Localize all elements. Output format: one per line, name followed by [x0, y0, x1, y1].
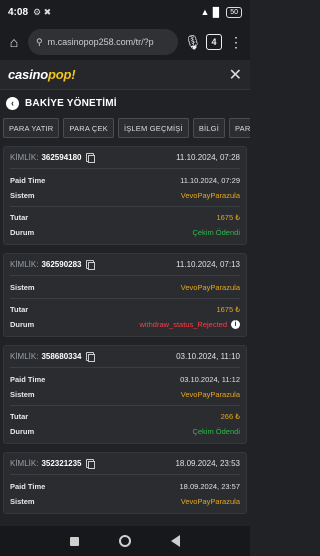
row-label: Paid Time [10, 176, 46, 185]
row-label: Paid Time [10, 375, 46, 384]
transaction-card: KİMLİK: 358680334 03.10.2024, 11:10 Paid… [3, 345, 247, 444]
row-label: Tutar [10, 213, 29, 222]
status-row: Durum Çekim Ödendi [10, 225, 240, 240]
row-value: 266 ₺ [220, 412, 240, 421]
tab-withdraw[interactable]: PARA ÇEK [63, 118, 114, 138]
row-label: Paid Time [10, 482, 46, 491]
row-value: 11.10.2024, 07:29 [180, 176, 240, 185]
tab-history[interactable]: İŞLEM GEÇMİŞİ [117, 118, 189, 138]
row-label: Sistem [10, 191, 35, 200]
home-button-icon[interactable] [119, 535, 131, 547]
page-title: BAKİYE YÖNETİMİ [25, 97, 117, 109]
id-label: KİMLİK: [10, 459, 39, 468]
row-value: 1675 ₺ [216, 213, 240, 222]
transaction-card: KİMLİK: 362594180 11.10.2024, 07:28 Paid… [3, 146, 247, 245]
row-label: Sistem [10, 283, 35, 292]
amount-row: Tutar 1675 ₺ [10, 210, 240, 225]
row-label: Sistem [10, 390, 35, 399]
transaction-date: 11.10.2024, 07:28 [176, 153, 240, 162]
paid-time-row: Paid Time 03.10.2024, 11:12 [10, 372, 240, 387]
id-label: KİMLİK: [10, 260, 39, 269]
card-header: KİMLİK: 362594180 11.10.2024, 07:28 [10, 147, 240, 169]
row-label: Durum [10, 228, 35, 237]
logo-accent: pop! [47, 67, 76, 82]
status-badge: Çekim Ödendi [192, 228, 240, 237]
row-label: Durum [10, 320, 35, 329]
address-bar[interactable]: ⚲ m.casinopop258.com/tr/?p [28, 29, 178, 55]
status-badge: Çekim Ödendi [192, 427, 240, 436]
transaction-id: 362594180 [41, 153, 82, 162]
mic-icon[interactable]: 🎙 [184, 34, 202, 51]
battery-icon: 50 [226, 6, 242, 18]
copy-icon[interactable] [85, 260, 95, 270]
info-icon[interactable]: i [231, 320, 240, 329]
tabs-count-button[interactable]: 4 [206, 34, 222, 50]
recents-icon[interactable] [70, 536, 79, 546]
transaction-id: 352321235 [41, 459, 82, 468]
android-nav-bar [0, 526, 250, 556]
section-header: ‹ BAKİYE YÖNETİMİ [0, 91, 250, 115]
paid-time-row: Paid Time 18.09.2024, 23:57 [10, 479, 240, 494]
status-row: Durum Çekim Ödendi [10, 424, 240, 439]
casinopop-logo[interactable]: casinopop! [8, 67, 76, 82]
row-label: Sistem [10, 497, 35, 506]
row-value: 1675 ₺ [216, 305, 240, 314]
status-row: Durum withdraw_status_Rejected i [10, 317, 240, 332]
home-icon[interactable]: ⌂ [6, 34, 22, 50]
tab-info[interactable]: BİLGİ [192, 118, 225, 138]
card-header: KİMLİK: 362590283 11.10.2024, 07:13 [10, 254, 240, 276]
signal-icon: ▲▐▌ [200, 7, 223, 17]
back-arrow-icon[interactable]: ‹ [6, 96, 19, 110]
close-icon[interactable]: ✕ [229, 65, 242, 85]
transaction-date: 03.10.2024, 11:10 [176, 352, 240, 361]
row-value: VevoPayParazula [180, 191, 240, 200]
row-value: VevoPayParazula [180, 283, 240, 292]
transaction-id: 358680334 [41, 352, 82, 361]
balance-tabs: PARA YATIR PARA ÇEK İŞLEM GEÇMİŞİ BİLGİ … [0, 118, 250, 140]
more-menu-icon[interactable]: ⋮ [228, 34, 244, 51]
row-label: Tutar [10, 305, 29, 314]
tab-withdraw-2[interactable]: PARA ÇEK [229, 118, 250, 138]
tab-deposit[interactable]: PARA YATIR [3, 118, 60, 138]
app-header: casinopop! ✕ [0, 60, 250, 90]
transaction-date: 18.09.2024, 23:53 [175, 459, 240, 468]
status-bar: 4:08 ⚙ ✖ ▲▐▌ 50 [0, 0, 250, 24]
row-value: VevoPayParazula [180, 390, 240, 399]
amount-row: Tutar 1675 ₺ [10, 302, 240, 317]
row-value: 18.09.2024, 23:57 [179, 482, 240, 491]
card-header: KİMLİK: 358680334 03.10.2024, 11:10 [10, 346, 240, 368]
url-text: m.casinopop258.com/tr/?p [47, 37, 154, 47]
transaction-id: 362590283 [41, 260, 82, 269]
system-row: Sistem VevoPayParazula [10, 188, 240, 203]
row-label: Tutar [10, 412, 29, 421]
card-header: KİMLİK: 352321235 18.09.2024, 23:53 [10, 453, 240, 475]
site-info-icon[interactable]: ⚲ [36, 37, 43, 48]
copy-icon[interactable] [85, 352, 95, 362]
transaction-card: KİMLİK: 352321235 18.09.2024, 23:53 Paid… [3, 452, 247, 514]
system-row: Sistem VevoPayParazula [10, 387, 240, 402]
transaction-date: 11.10.2024, 07:13 [176, 260, 240, 269]
row-label: Durum [10, 427, 35, 436]
paid-time-row: Paid Time 11.10.2024, 07:29 [10, 173, 240, 188]
copy-icon[interactable] [85, 153, 95, 163]
transaction-card: KİMLİK: 362590283 11.10.2024, 07:13 Sist… [3, 253, 247, 337]
id-label: KİMLİK: [10, 153, 39, 162]
notification-icons: ⚙ ✖ [33, 6, 52, 17]
status-badge: withdraw_status_Rejected [139, 320, 227, 329]
back-icon[interactable] [171, 535, 180, 547]
row-value: 03.10.2024, 11:12 [180, 375, 240, 384]
status-right: ▲▐▌ 50 [200, 6, 242, 18]
logo-text: casino [8, 67, 48, 82]
transaction-list: KİMLİK: 362594180 11.10.2024, 07:28 Paid… [3, 146, 247, 522]
amount-row: Tutar 266 ₺ [10, 409, 240, 424]
row-value: VevoPayParazula [180, 497, 240, 506]
copy-icon[interactable] [85, 459, 95, 469]
system-row: Sistem VevoPayParazula [10, 280, 240, 295]
id-label: KİMLİK: [10, 352, 39, 361]
browser-toolbar: ⌂ ⚲ m.casinopop258.com/tr/?p 🎙 4 ⋮ [0, 24, 250, 60]
system-row: Sistem VevoPayParazula [10, 494, 240, 509]
status-time: 4:08 [8, 6, 29, 18]
